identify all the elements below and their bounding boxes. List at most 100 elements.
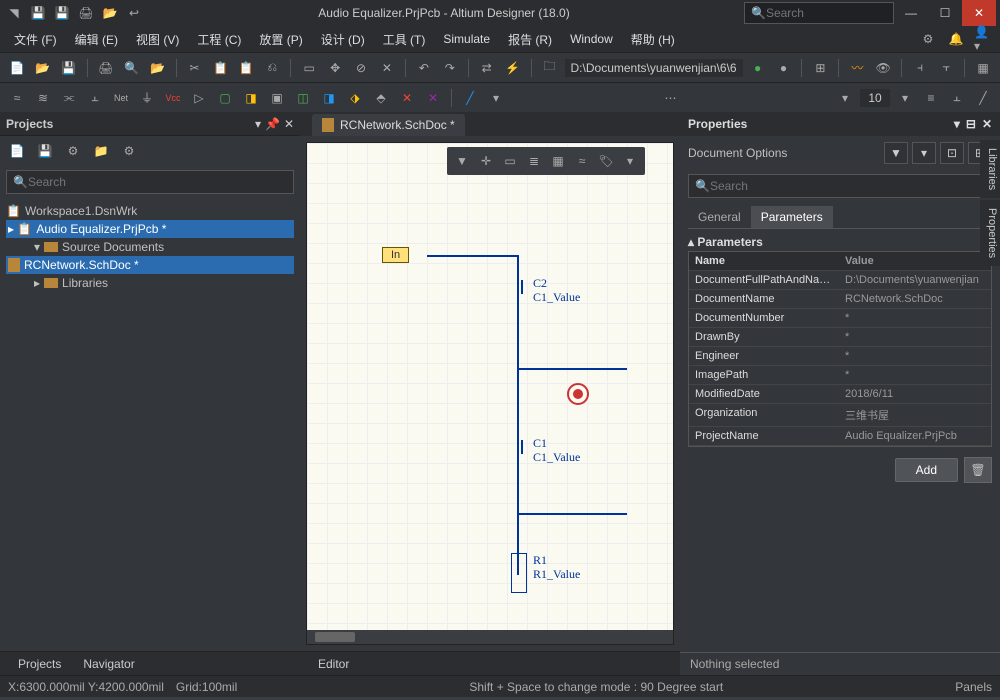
menu-report[interactable]: 报告 (R) [500,28,560,51]
proj-settings-icon[interactable]: ⚙ [118,140,140,162]
harness-entry-icon[interactable]: ◨ [318,87,340,109]
parameters-section-header[interactable]: ▴ Parameters [688,235,992,249]
cut-icon[interactable]: ✂ [184,57,206,79]
align-left-icon[interactable]: ⫞ [909,57,931,79]
capacitor-c1[interactable] [509,440,529,454]
dropdown-icon[interactable]: ▾ [485,87,507,109]
annotate-icon[interactable]: 🏷 [595,150,617,172]
save-icon[interactable]: 💾 [28,3,48,23]
more-icon[interactable]: ▾ [619,150,641,172]
crosshair-icon[interactable]: ✛ [475,150,497,172]
maximize-button[interactable]: ☐ [928,0,962,26]
page-dropdown2-icon[interactable]: ▾ [894,87,916,109]
tree-workspace[interactable]: 📋 Workspace1.DsnWrk [6,202,294,220]
paste-icon[interactable]: 📋 [235,57,257,79]
proj-save-icon[interactable]: 💾 [34,140,56,162]
projects-search[interactable]: 🔍 [6,170,294,194]
undo-icon[interactable]: ↶ [413,57,435,79]
menu-project[interactable]: 工程 (C) [189,28,249,51]
menu-help[interactable]: 帮助 (H) [623,28,683,51]
line-style-icon[interactable]: ╱ [972,87,994,109]
new-doc-icon[interactable]: 📄 [6,57,28,79]
print-icon[interactable]: 🖨 [76,3,96,23]
generic-noerc-icon[interactable]: ✕ [422,87,444,109]
wire-vertical[interactable] [517,255,519,575]
table-row[interactable]: DocumentNameRCNetwork.SchDoc [689,290,991,309]
proj-new-icon[interactable]: 📄 [6,140,28,162]
tab-general[interactable]: General [688,206,751,228]
tab-projects[interactable]: Projects [8,654,71,674]
panel-dropdown-icon[interactable]: ▾ [255,117,261,131]
preview-icon[interactable]: 🔍 [121,57,143,79]
move-icon[interactable]: ✥ [324,57,346,79]
harness-conn-icon[interactable]: ◫ [292,87,314,109]
component-icon[interactable]: ▦ [547,150,569,172]
print2-icon[interactable]: 🖨 [95,57,117,79]
overflow-icon[interactable]: ⋯ [660,87,682,109]
tab-parameters[interactable]: Parameters [751,206,833,228]
gnd-icon[interactable]: ⏚ [136,87,158,109]
cross-probe-icon[interactable]: ⇄ [476,57,498,79]
close-button[interactable]: ✕ [962,0,996,26]
waveform-icon[interactable]: 〰 [846,57,868,79]
open-icon[interactable]: 📂 [100,3,120,23]
copy-icon[interactable]: 📋 [209,57,231,79]
side-tab-libraries[interactable]: Libraries [980,140,1000,198]
menu-place[interactable]: 放置 (P) [251,28,310,51]
vline-style-icon[interactable]: ⫠ [946,87,968,109]
menu-design[interactable]: 设计 (D) [313,28,373,51]
schematic-canvas[interactable]: ▼ ✛ ▭ ≣ ▦ ≈ 🏷 ▾ In C2 C1_Value C1 C1 [306,142,674,645]
projects-search-input[interactable] [28,175,287,189]
properties-search[interactable]: 🔍 [688,174,992,198]
document-tab[interactable]: RCNetwork.SchDoc * [312,114,465,136]
clear-icon[interactable]: ✕ [376,57,398,79]
bus-entry-icon[interactable]: ⫠ [84,87,106,109]
wire2-icon[interactable]: ≈ [571,150,593,172]
add-button[interactable]: Add [895,458,958,482]
menu-tools[interactable]: 工具 (T) [375,28,434,51]
wire-branch-1[interactable] [517,368,627,370]
proj-folder-icon[interactable]: 📁 [90,140,112,162]
user-icon[interactable]: 👤▾ [974,29,994,49]
menu-simulate[interactable]: Simulate [435,29,498,49]
delete-button[interactable]: 🗑 [964,457,992,483]
table-row[interactable]: ProjectNameAudio Equalizer.PrjPcb [689,427,991,446]
filter-dropdown-icon[interactable]: ▾ [912,142,936,164]
prop-pin-icon[interactable]: ⊟ [966,117,976,131]
col-name[interactable]: Name [689,252,839,270]
select-rect-icon[interactable]: ▭ [298,57,320,79]
properties-search-input[interactable] [710,179,985,193]
vcc-icon[interactable]: Vcc [162,87,184,109]
open2-icon[interactable]: 📂 [147,57,169,79]
no-erc-icon[interactable]: ✕ [396,87,418,109]
hline-style-icon[interactable]: ≡ [920,87,942,109]
gear-icon[interactable]: ⚙ [918,29,938,49]
proj-compile-icon[interactable]: ⚙ [62,140,84,162]
table-row[interactable]: ImagePath* [689,366,991,385]
device-sheet-icon[interactable]: ▣ [266,87,288,109]
global-search-input[interactable] [766,6,887,20]
table-row[interactable]: Engineer* [689,347,991,366]
table-row[interactable]: DrawnBy* [689,328,991,347]
prop-close-icon[interactable]: ✕ [982,117,992,131]
open-folder-icon[interactable]: 📂 [32,57,54,79]
wire-horizontal[interactable] [427,255,519,257]
explorer-icon[interactable]: 🗀 [539,57,561,79]
grid-icon[interactable]: ▦ [972,57,994,79]
bus-icon[interactable]: ≋ [32,87,54,109]
undo-arrow-icon[interactable]: ↩ [124,3,144,23]
filter-icon[interactable]: ▼ [451,150,473,172]
global-search[interactable]: 🔍 [744,2,894,24]
port-in[interactable]: In [382,247,409,263]
port-icon[interactable]: ⬗ [344,87,366,109]
grid-align-icon[interactable]: ⊞ [809,57,831,79]
table-row[interactable]: DocumentFullPathAndNameD:\Documents\yuan… [689,271,991,290]
table-row[interactable]: ModifiedDate2018/6/11 [689,385,991,404]
prop-dropdown-icon[interactable]: ▾ [954,117,960,131]
panel-pin-icon[interactable]: 📌 [265,117,280,131]
side-tab-properties[interactable]: Properties [980,200,1000,266]
tree-source-folder[interactable]: ▾ Source Documents [6,238,294,256]
col-value[interactable]: Value [839,252,991,270]
deselect-icon[interactable]: ⊘ [350,57,372,79]
nav-fwd-icon[interactable]: ● [773,57,795,79]
